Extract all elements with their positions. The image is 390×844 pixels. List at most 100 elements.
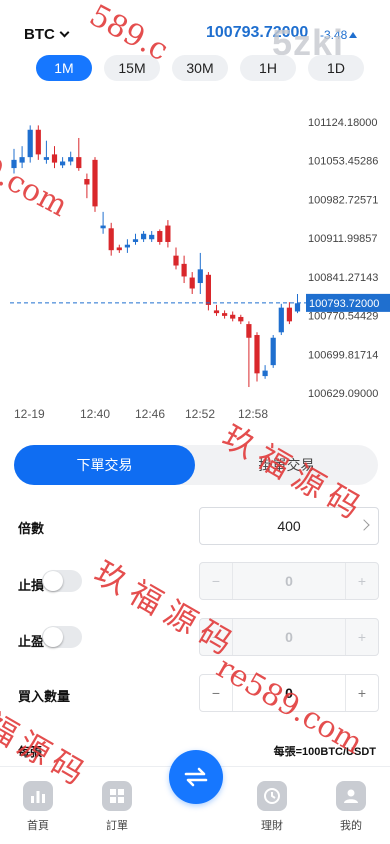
candle-body: [124, 244, 130, 248]
toggle-knob: [43, 571, 63, 591]
candle-body: [141, 233, 147, 240]
tab-limit-order[interactable]: 掛單交易: [195, 445, 378, 485]
take-profit-input: 0: [232, 619, 346, 655]
stop-loss-plus-button: +: [357, 573, 367, 589]
price-axis-label: 100699.81714: [308, 349, 378, 361]
interval-tabs: 1M 15M 30M 1H 1D: [36, 55, 364, 81]
candle-body: [157, 231, 163, 242]
quantity-stepper: − 0 +: [199, 674, 379, 712]
price-axis-label: 101124.18000: [308, 117, 378, 129]
candle-body: [165, 225, 171, 242]
tab-home[interactable]: 首頁: [8, 781, 68, 833]
take-profit-label: 止盈: [18, 634, 45, 649]
candle-body: [149, 234, 155, 240]
candle-body: [35, 129, 41, 155]
trade-mode-tabs: 下單交易 掛單交易: [14, 445, 378, 485]
candle-body: [108, 228, 114, 251]
price-axis-label: 100629.09000: [308, 388, 378, 400]
user-icon: [336, 781, 366, 811]
quantity-input[interactable]: 0: [232, 675, 346, 711]
tab-orders[interactable]: 訂單: [87, 781, 147, 833]
take-profit-plus-button: +: [357, 629, 367, 645]
candle-body: [238, 316, 244, 322]
price-axis-label: 100982.72571: [308, 194, 378, 206]
grid-icon: [102, 781, 132, 811]
tab-finance[interactable]: 理財: [242, 781, 302, 833]
candle-body: [43, 157, 49, 160]
candle-body: [246, 324, 252, 338]
chevron-right-icon: [358, 519, 370, 531]
leverage-select[interactable]: 400: [199, 507, 379, 545]
tab-interval-15m[interactable]: 15M: [104, 55, 160, 81]
candle-body: [68, 157, 74, 162]
contract-size-value: 每張=100BTC/USDT: [273, 746, 376, 758]
leverage-label: 倍數: [18, 521, 45, 536]
candle-body: [294, 303, 301, 312]
time-axis-label: 12:52: [185, 407, 215, 421]
candle-body: [132, 239, 139, 242]
quantity-label: 買入數量: [18, 689, 71, 704]
symbol-selector[interactable]: BTC: [24, 26, 70, 43]
time-axis-label: 12:40: [80, 407, 110, 421]
stop-loss-minus-button: −: [211, 573, 221, 589]
candle-body: [286, 307, 292, 322]
leverage-value: 400: [277, 518, 301, 534]
candle-body: [222, 313, 228, 316]
candle-body: [84, 179, 90, 185]
tab-interval-1m[interactable]: 1M: [36, 55, 92, 81]
candle-body: [51, 154, 58, 163]
price-axis-label: 100841.27143: [308, 272, 378, 284]
clock-icon: [257, 781, 287, 811]
candle-body: [92, 159, 98, 207]
triangle-up-icon: [349, 32, 358, 38]
candle-body: [262, 370, 268, 377]
candle-body: [19, 157, 25, 163]
candle-body: [11, 159, 17, 169]
candle-body: [254, 335, 260, 374]
candle-body: [213, 310, 220, 314]
top-bar: BTC 100793.72000 -3.48 5zki: [0, 0, 390, 63]
tab-interval-1d[interactable]: 1D: [308, 55, 364, 81]
candle-body: [278, 307, 284, 333]
chevron-down-icon: [59, 27, 70, 38]
time-axis-label: 12:46: [135, 407, 165, 421]
price-axis-label: 100911.99857: [308, 233, 378, 245]
tab-orders-label: 訂單: [106, 820, 128, 832]
tab-interval-30m[interactable]: 30M: [172, 55, 228, 81]
candle-body: [76, 157, 82, 169]
stop-loss-stepper: − 0 +: [199, 562, 379, 600]
candle-body: [197, 269, 203, 284]
take-profit-stepper: − 0 +: [199, 618, 379, 656]
tab-home-label: 首頁: [27, 820, 49, 832]
take-profit-toggle[interactable]: [42, 626, 82, 648]
tab-market-order[interactable]: 下單交易: [14, 445, 195, 485]
candle-body: [181, 263, 187, 277]
candle-body: [100, 225, 106, 229]
symbol-label: BTC: [24, 26, 55, 43]
candle-body: [270, 337, 276, 366]
candle-body: [116, 247, 122, 251]
contract-size-label: 每張: [18, 745, 43, 759]
candlestick-chart[interactable]: 101124.18000 101053.45286 100982.72571 1009…: [0, 100, 390, 430]
candle-body: [173, 255, 179, 266]
candle-body: [60, 161, 66, 166]
price-axis-label: 101053.45286: [308, 156, 378, 168]
candle-body: [189, 277, 195, 289]
quantity-minus-button[interactable]: −: [200, 675, 232, 711]
chart-icon: [23, 781, 53, 811]
candle-body: [27, 129, 33, 158]
swap-icon: [184, 767, 208, 787]
stop-loss-toggle[interactable]: [42, 570, 82, 592]
take-profit-minus-button: −: [211, 629, 221, 645]
tab-profile-label: 我的: [340, 820, 362, 832]
swap-button[interactable]: [169, 750, 223, 804]
toggle-knob: [43, 627, 63, 647]
time-axis-label: 12:58: [238, 407, 268, 421]
time-axis-label: 12-19: [14, 407, 45, 421]
price-axis-label: 100770.54429: [308, 311, 378, 323]
current-price-tag-label: 100793.72000: [309, 298, 379, 310]
stop-loss-input: 0: [232, 563, 346, 599]
tab-profile[interactable]: 我的: [321, 781, 381, 833]
tab-interval-1h[interactable]: 1H: [240, 55, 296, 81]
quantity-plus-button[interactable]: +: [346, 675, 378, 711]
